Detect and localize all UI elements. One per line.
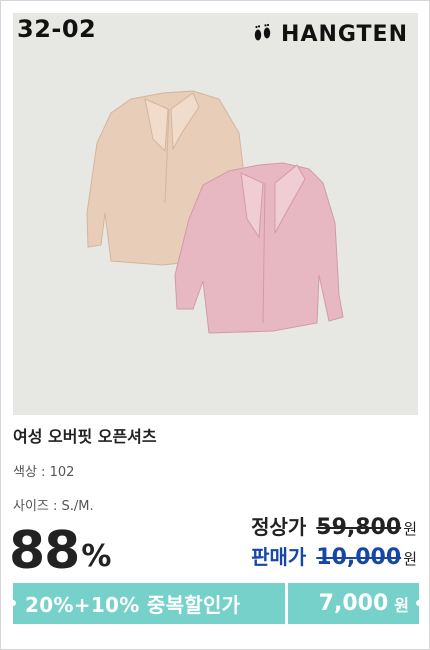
- color-value: 102: [49, 465, 75, 480]
- sale-price-value: 10,000: [316, 545, 402, 570]
- discount-unit: %: [81, 539, 112, 574]
- color-info: 색상 : 102: [13, 465, 75, 480]
- product-photo[interactable]: 32-02 HANGTEN: [13, 13, 418, 415]
- regular-price-row: 정상가 59,800 원: [251, 511, 417, 540]
- banner-dot-right: [416, 600, 422, 606]
- regular-price-label: 정상가: [251, 515, 307, 539]
- brand-name: HANGTEN: [281, 22, 408, 47]
- product-card[interactable]: 32-02 HANGTEN 여성 오버핏 오픈셔츠 색상 : 102 사이즈 :…: [0, 0, 430, 650]
- sale-price-label: 판매가: [251, 545, 307, 569]
- discount-banner[interactable]: 20%+10% 중복할인가 7,000 원: [10, 583, 422, 624]
- final-price: 7,000 원: [288, 583, 419, 624]
- size-value: S./M.: [61, 499, 94, 514]
- brand-logo: HANGTEN: [251, 22, 408, 47]
- product-code: 32-02: [17, 15, 97, 43]
- regular-price-value: 59,800: [316, 515, 402, 540]
- color-label: 색상: [13, 465, 37, 480]
- final-price-value: 7,000: [318, 591, 389, 616]
- regular-price-currency: 원: [403, 520, 417, 538]
- sale-price-currency: 원: [403, 550, 417, 568]
- size-info: 사이즈 : S./M.: [13, 499, 94, 514]
- product-title[interactable]: 여성 오버핏 오픈셔츠: [13, 423, 157, 447]
- banner-text: 20%+10% 중복할인가: [13, 583, 285, 624]
- banner-dot-left: [10, 600, 16, 606]
- size-label: 사이즈: [13, 499, 49, 514]
- sale-price-row: 판매가 10,000 원: [251, 541, 417, 570]
- discount-value: 88: [9, 521, 80, 581]
- footprints-icon: [254, 23, 271, 40]
- final-price-currency: 원: [394, 595, 409, 615]
- discount-rate: 88 %: [9, 523, 111, 579]
- shirts-illustration: [86, 90, 344, 334]
